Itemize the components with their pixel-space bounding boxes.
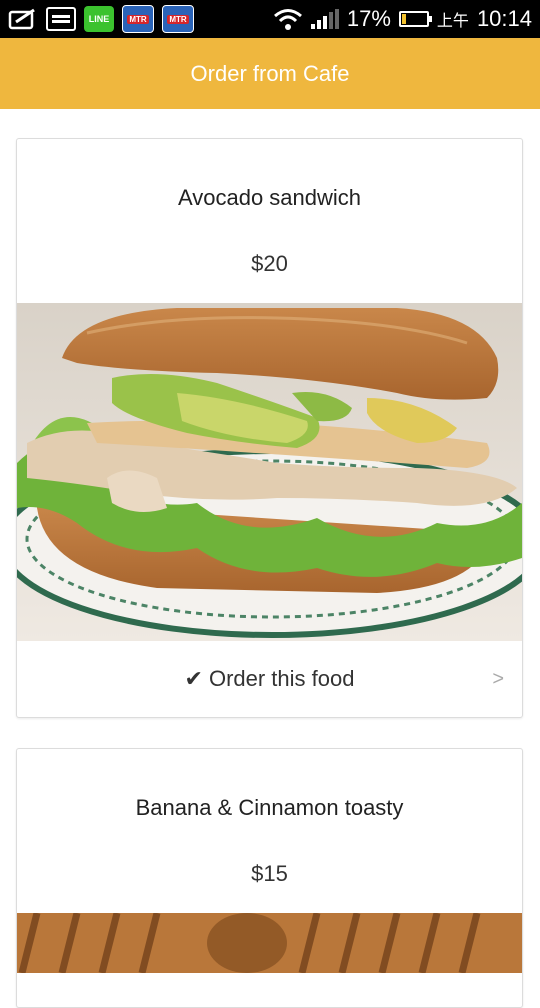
notification-icons: LINE MTR MTR	[8, 5, 194, 33]
clock: 10:14	[476, 6, 532, 31]
food-name: Avocado sandwich	[177, 185, 362, 210]
food-name: Banana & Cinnamon toasty	[135, 795, 404, 820]
mtr-app-icon: MTR	[162, 5, 194, 33]
system-status: 17% 上午 10:14	[273, 6, 532, 32]
status-bar: LINE MTR MTR 17% 上午 10:14	[0, 0, 540, 38]
chevron-right-icon: >	[492, 667, 504, 690]
battery-percent: 17%	[346, 6, 391, 31]
app-header: Order from Cafe	[0, 38, 540, 109]
food-card: Avocado sandwich $20 ✔ Order this food >	[16, 138, 523, 718]
toast-photo	[17, 913, 522, 973]
wifi-icon	[273, 9, 302, 30]
page-title: Order from Cafe	[190, 60, 350, 86]
checkmark-icon: ✔	[184, 666, 203, 691]
food-price: $15	[251, 861, 288, 886]
line-app-icon: LINE	[84, 6, 114, 32]
order-food-button[interactable]: ✔ Order this food >	[17, 641, 522, 717]
checkbox-pen-icon	[8, 8, 35, 30]
signal-strength-icon	[310, 9, 339, 29]
mtr-app-icon: MTR	[122, 5, 154, 33]
order-food-label: Order this food	[208, 666, 355, 691]
food-card: Banana & Cinnamon toasty $15	[16, 748, 523, 1008]
card-icon	[46, 7, 76, 31]
am-pm-label: 上午	[436, 13, 469, 30]
sandwich-photo	[17, 303, 522, 641]
food-price: $20	[251, 251, 288, 276]
battery-icon	[398, 11, 432, 27]
